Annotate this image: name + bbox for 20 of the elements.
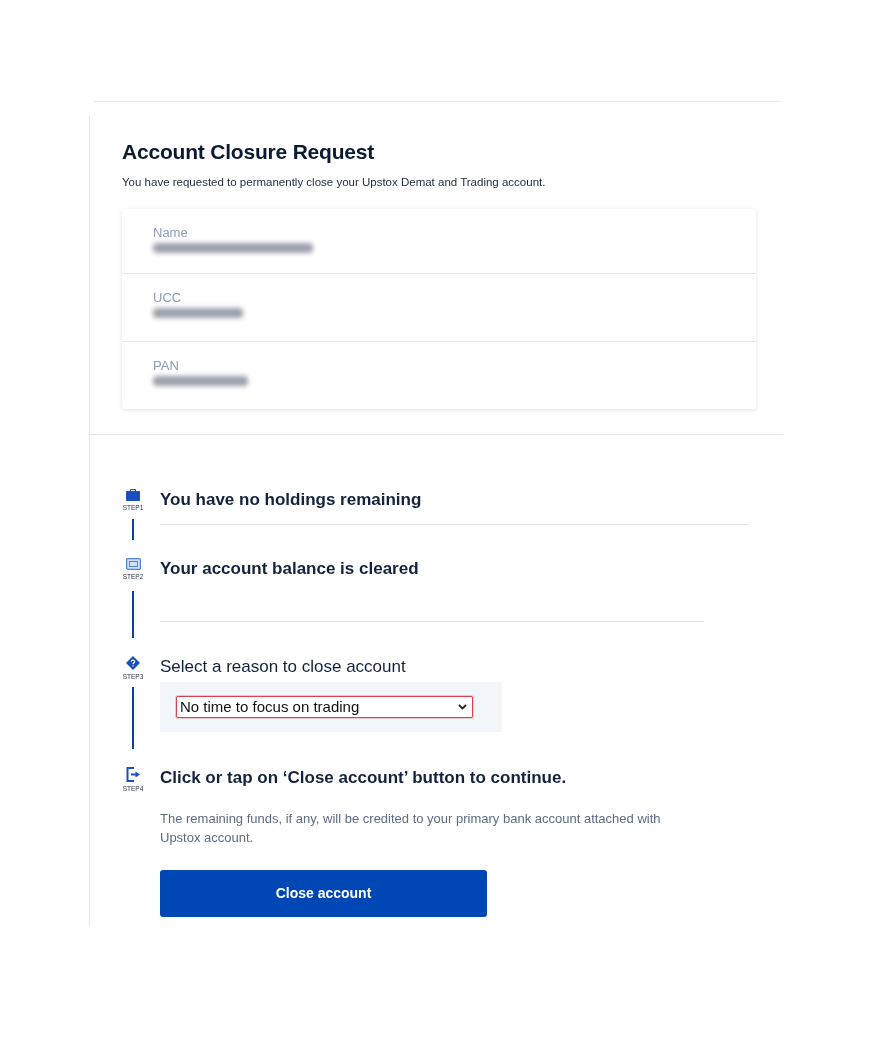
close-account-button[interactable]: Close account [160, 870, 487, 917]
step-note: The remaining funds, if any, will be credited to your primary bank account attached with Upstox account. [160, 810, 662, 847]
step-connector [132, 591, 134, 638]
step-title: Select a reason to close account [160, 656, 407, 678]
chevron-down-icon [458, 704, 467, 710]
door-arrow-icon [126, 767, 140, 782]
question-diamond-icon [126, 656, 140, 670]
card-icon [125, 558, 141, 570]
field-label: Name [153, 225, 189, 240]
page-title: Account Closure Request [122, 139, 376, 165]
briefcase-icon [126, 489, 140, 501]
step-title: Your account balance is cleared [160, 558, 420, 580]
step-title: Click or tap on ‘Close account’ button to continue. [160, 767, 568, 789]
field-label: UCC [153, 290, 183, 305]
reason-select[interactable]: No time to focus on trading [176, 696, 473, 718]
step-connector [132, 687, 134, 749]
field-label: PAN [153, 358, 180, 373]
step-connector [132, 519, 134, 540]
page-subtitle: You have requested to permanently close your Upstox Demat and Trading account. [122, 175, 547, 189]
step-title: You have no holdings remaining [160, 489, 423, 511]
